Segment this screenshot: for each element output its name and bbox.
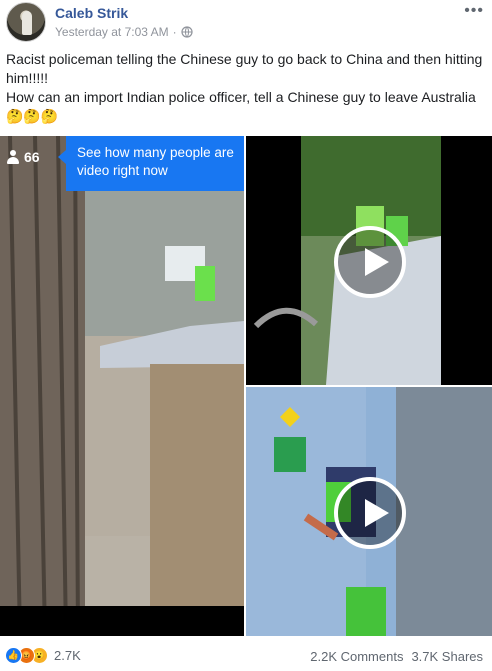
post-text-line-2: How can an import Indian police officer,… xyxy=(6,89,476,124)
video-thumbnail-top[interactable] xyxy=(246,136,492,385)
video-thumbnail-main[interactable]: 66 See how many people are video right n… xyxy=(0,136,244,636)
post-text-line-1: Racist policeman telling the Chinese guy… xyxy=(6,51,483,86)
globe-icon[interactable] xyxy=(181,26,193,38)
live-viewer-count: 66 xyxy=(6,146,40,168)
viewer-count: 66 xyxy=(24,149,40,165)
separator-dot: · xyxy=(172,25,177,39)
video-thumbnail-bottom[interactable] xyxy=(246,387,492,636)
author-name[interactable]: Caleb Strik xyxy=(55,5,128,21)
reaction-count[interactable]: 2.7K xyxy=(54,648,81,663)
engagement-counts: 2.2K Comments 3.7K Shares xyxy=(310,649,483,664)
like-icon: 👍 xyxy=(5,647,22,664)
post-meta: Yesterday at 7:03 AM · xyxy=(55,25,193,39)
reactions-summary[interactable]: 👍 😡 😮 2.7K xyxy=(5,647,81,664)
shares-count[interactable]: 3.7K Shares xyxy=(411,649,483,664)
person-icon xyxy=(6,150,20,164)
viewers-prompt-banner[interactable]: See how many people are video right now xyxy=(58,136,244,191)
play-icon[interactable] xyxy=(334,477,406,549)
comments-count[interactable]: 2.2K Comments xyxy=(310,649,403,664)
more-options-icon[interactable]: ••• xyxy=(464,2,484,20)
post-body: Racist policeman telling the Chinese guy… xyxy=(6,50,486,126)
timestamp[interactable]: Yesterday at 7:03 AM xyxy=(55,25,169,39)
post-header: Caleb Strik Yesterday at 7:03 AM · ••• xyxy=(0,0,492,46)
avatar[interactable] xyxy=(6,2,46,42)
play-icon[interactable] xyxy=(334,226,406,298)
media-grid: 66 See how many people are video right n… xyxy=(0,136,492,636)
video-frame-main xyxy=(0,136,244,636)
post-footer: 👍 😡 😮 2.7K 2.2K Comments 3.7K Shares xyxy=(0,640,492,671)
